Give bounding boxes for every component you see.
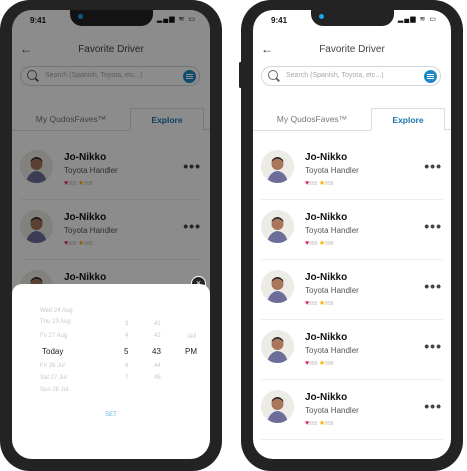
picker-option[interactable]: 42 [154, 333, 161, 339]
driver-row[interactable]: Jo-Nikko Toyota Handler ♥888 ★888 ••• [253, 200, 451, 260]
picker-option[interactable]: 7 [125, 375, 128, 381]
screen-right: 9:41 ▂▄▆ ≋ ▭ ← Favorite Driver Search (S… [253, 10, 451, 459]
phone-right: 9:41 ▂▄▆ ≋ ▭ ← Favorite Driver Search (S… [239, 0, 463, 471]
picker-selected-ampm[interactable]: PM [185, 347, 197, 356]
driver-role: Toyota Handler [305, 406, 359, 415]
picker-option[interactable]: AM [187, 334, 196, 340]
tab-explore[interactable]: Explore [371, 108, 445, 130]
set-button[interactable]: SET [12, 412, 210, 418]
driver-ratings: ♥888 ★888 [305, 240, 334, 247]
driver-ratings: ♥888 ★888 [305, 360, 334, 367]
page-title: Favorite Driver [319, 44, 385, 55]
driver-name: Jo-Nikko [305, 272, 348, 283]
tab-bar: My QudosFaves™ Explore [253, 108, 451, 131]
driver-role: Toyota Handler [305, 286, 359, 295]
more-options-icon[interactable]: ••• [424, 218, 442, 234]
more-options-icon[interactable]: ••• [424, 158, 442, 174]
more-options-icon[interactable]: ••• [424, 338, 442, 354]
more-options-icon[interactable]: ••• [424, 278, 442, 294]
screen-left: 9:41 ▂▄▆ ≋ ▭ ← Favorite Driver Search (S… [12, 10, 210, 459]
driver-ratings: ♥888 ★888 [305, 300, 334, 307]
picker-selected-minute[interactable]: 43 [152, 347, 161, 356]
driver-list: Jo-Nikko Toyota Handler ♥888 ★888 ••• Jo… [253, 140, 451, 440]
driver-name: Jo-Nikko [305, 212, 348, 223]
avatar [261, 210, 294, 243]
picker-option[interactable]: 45 [154, 375, 161, 381]
driver-row[interactable]: Jo-Nikko Toyota Handler ♥888 ★888 ••• [253, 320, 451, 380]
tab-my-qudosfaves[interactable]: My QudosFaves™ [253, 108, 371, 131]
picker-option[interactable]: 3 [125, 321, 128, 327]
picker-option[interactable]: Fri 27 Aug [40, 333, 67, 339]
picker-option[interactable]: Thu 23 Aug [40, 319, 71, 325]
picker-option[interactable]: 4 [125, 333, 128, 339]
avatar [261, 150, 294, 183]
filter-icon[interactable] [424, 70, 437, 83]
avatar [261, 270, 294, 303]
picker-option[interactable]: Sun 28 Jul [40, 387, 68, 393]
picker-option[interactable]: 41 [154, 321, 161, 327]
driver-name: Jo-Nikko [305, 152, 348, 163]
picker-option[interactable]: Wed 24 Aug [40, 308, 73, 314]
picker-selected-date[interactable]: Today [42, 347, 63, 356]
driver-name: Jo-Nikko [305, 392, 348, 403]
driver-ratings: ♥888 ★888 [305, 180, 334, 187]
more-options-icon[interactable]: ••• [424, 398, 442, 414]
search-icon [268, 70, 278, 80]
driver-name: Jo-Nikko [305, 332, 348, 343]
picker-selected-hour[interactable]: 5 [124, 347, 128, 356]
driver-role: Toyota Handler [305, 226, 359, 235]
driver-role: Toyota Handler [305, 346, 359, 355]
avatar [261, 330, 294, 363]
driver-ratings: ♥888 ★888 [305, 420, 334, 427]
picker-option[interactable]: Fri 26 Jul [40, 363, 65, 369]
phone-left: 9:41 ▂▄▆ ≋ ▭ ← Favorite Driver Search (S… [0, 0, 222, 471]
camera-dot [319, 14, 324, 19]
picker-option[interactable]: 44 [154, 363, 161, 369]
driver-row[interactable]: Jo-Nikko Toyota Handler ♥888 ★888 ••• [253, 380, 451, 440]
search-input[interactable]: Search (Spanish, Toyota, etc...) [286, 72, 384, 79]
avatar [261, 390, 294, 423]
driver-row[interactable]: Jo-Nikko Toyota Handler ♥888 ★888 ••• [253, 140, 451, 200]
driver-row[interactable]: Jo-Nikko Toyota Handler ♥888 ★888 ••• [253, 260, 451, 320]
driver-role: Toyota Handler [305, 166, 359, 175]
search-bar[interactable]: Search (Spanish, Toyota, etc...) [261, 66, 441, 86]
picker-option[interactable]: Sat 27 Jul [40, 375, 67, 381]
status-icons: ▂▄▆ ≋ ▭ [397, 16, 437, 23]
picker-option[interactable]: 6 [125, 363, 128, 369]
status-time: 9:41 [271, 16, 288, 25]
date-time-picker: Wed 24 Aug Thu 23 Aug Fri 27 Aug Today F… [12, 284, 210, 459]
